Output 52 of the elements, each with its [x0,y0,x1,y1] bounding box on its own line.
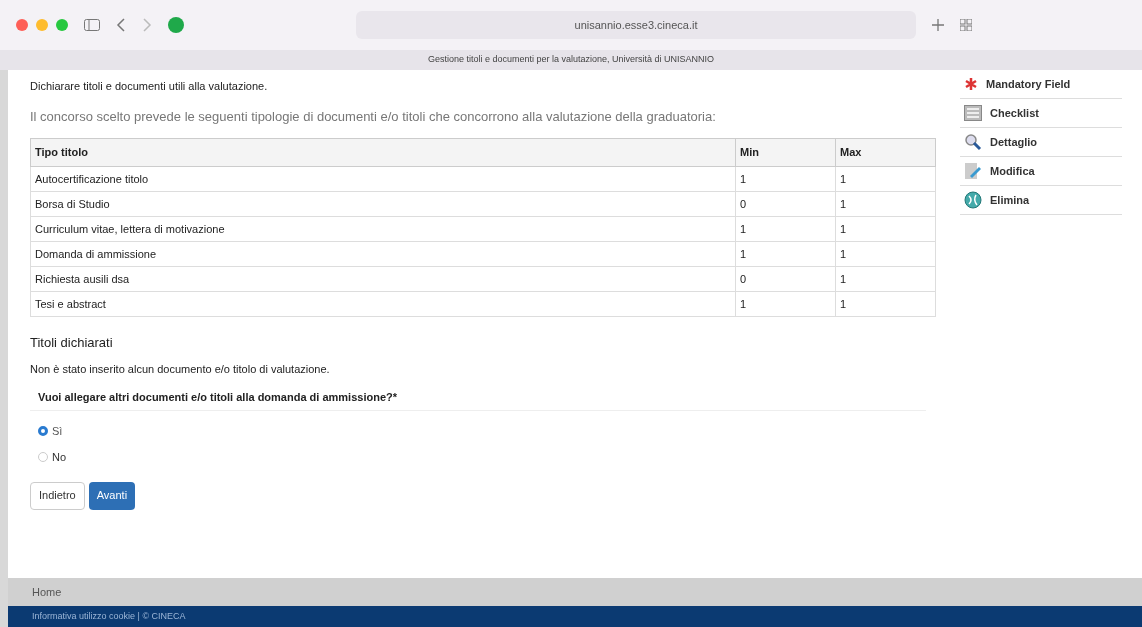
table-cell: 1 [735,166,836,192]
table-cell: Domanda di ammissione [30,241,736,267]
back-button[interactable]: Indietro [30,481,85,510]
sidebar-icon[interactable] [84,19,100,31]
magnifier-icon [964,133,982,151]
extension-icon[interactable] [168,17,184,33]
legend-item: Checklist [960,99,1122,128]
radio-option[interactable]: Sì [38,422,936,439]
table-cell: 1 [835,291,936,317]
legend-item: Modifica [960,157,1122,186]
footer-text: Informativa utilizzo cookie | © CINECA [32,609,186,623]
intro-text: Dichiarare titoli e documenti utili alla valutazione. [30,79,269,94]
question-label: Vuoi allegare altri documenti e/o titoli alla domanda di ammissione?* [30,389,926,411]
plus-icon[interactable] [932,19,944,31]
table-cell: 1 [835,266,936,292]
table-cell: Curriculum vitae, lettera di motivazione [30,216,736,242]
home-link[interactable]: Home [32,583,62,601]
list-icon [964,105,982,121]
next-button[interactable]: Avanti [88,481,136,510]
radio-button[interactable] [38,452,48,463]
globe-icon [964,191,982,209]
column-header: Min [735,138,836,167]
legend-item: Elimina [960,186,1122,215]
radio-option[interactable]: No [38,449,936,466]
column-header: Max [835,138,936,167]
section-title: Titoli dichiarati [30,334,114,352]
table-cell: 1 [835,241,936,267]
table-cell: 1 [835,191,936,217]
table-cell: 0 [735,191,836,217]
table-cell: 1 [735,291,836,317]
table-cell: 1 [835,216,936,242]
radio-button[interactable] [38,425,48,436]
back-icon[interactable] [116,18,126,32]
forward-icon[interactable] [142,18,152,32]
section-subtitle: Il concorso scelto prevede le seguenti tipologie di documenti e/o titoli che concorrono alla valutazione della graduatoria: [30,107,717,126]
table-cell: 1 [735,216,836,242]
column-header: Tipo titolo [30,138,736,167]
asterisk-icon [964,77,978,91]
browser-tab[interactable]: Gestione titoli e documenti per la valutazione, Università di UNISANNIO [0,50,1142,70]
address-bar[interactable]: unisannio.esse3.cineca.it [356,11,916,39]
table-cell: Borsa di Studio [30,191,736,217]
empty-message: Non è stato inserito alcun documento e/o titolo di valutazione. [30,361,331,377]
table-cell: Autocertificazione titolo [30,166,736,192]
table-cell: 1 [835,166,936,192]
legend-item: Mandatory Field [960,70,1122,99]
grid-icon[interactable] [960,19,972,31]
table-cell: Richiesta ausili dsa [30,266,736,292]
table-cell: 0 [735,266,836,292]
pencil-paper-icon [964,162,982,180]
legend-item: Dettaglio [960,128,1122,157]
table-cell: 1 [735,241,836,267]
table-cell: Tesi e abstract [30,291,736,317]
